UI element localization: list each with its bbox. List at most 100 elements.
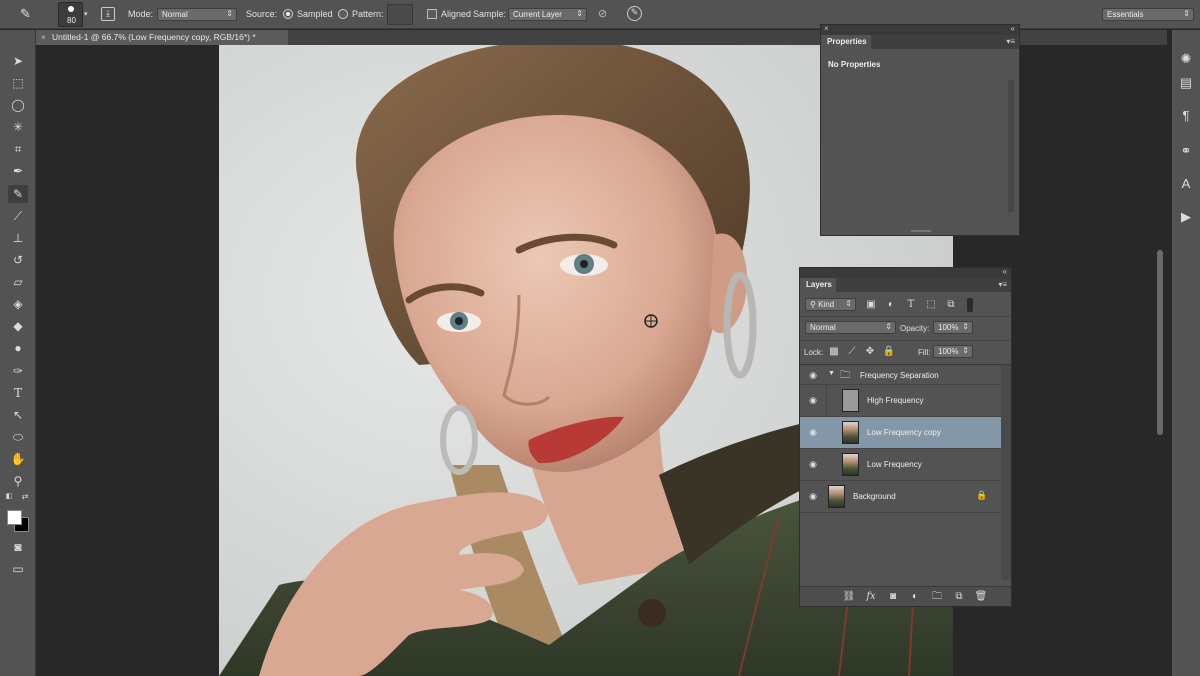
layers-scroll-track[interactable] bbox=[1001, 365, 1011, 580]
crop-tool-icon[interactable]: ⌗ bbox=[8, 140, 28, 158]
histogram-icon[interactable]: ▤ bbox=[1177, 74, 1195, 92]
layer-row-selected[interactable]: ◉ Low Frequency copy bbox=[800, 417, 1001, 449]
brush-picker-chevron-icon[interactable]: ▾ bbox=[84, 10, 88, 18]
lock-image-icon[interactable]: ⟋ bbox=[845, 345, 859, 359]
filter-toggle[interactable] bbox=[967, 298, 973, 312]
healing-brush-preset-icon[interactable]: ✎ bbox=[20, 6, 38, 24]
new-group-icon[interactable]: 🗀 bbox=[930, 590, 944, 604]
lock-all-icon[interactable]: 🔒 bbox=[882, 345, 896, 359]
filter-shape-icon[interactable]: ⬚ bbox=[924, 298, 938, 312]
properties-scroll-track[interactable] bbox=[1008, 80, 1014, 212]
foreground-color-swatch[interactable] bbox=[7, 510, 22, 525]
layer-row[interactable]: ◉ High Frequency bbox=[800, 385, 1001, 417]
eraser-tool-icon[interactable]: ▱ bbox=[8, 273, 28, 291]
pattern-swatch[interactable] bbox=[387, 4, 413, 25]
type-tool-icon[interactable]: T bbox=[8, 384, 28, 402]
toggle-clone-source-icon[interactable]: ⤓ bbox=[101, 7, 115, 21]
screen-mode-icon[interactable]: ▭ bbox=[8, 560, 28, 578]
expand-group-icon[interactable]: ▼ bbox=[828, 370, 835, 377]
options-bar: ✎ 80 ▾ ⤓ Mode: Normal Source: Sampled Pa… bbox=[0, 0, 1200, 29]
fill-input[interactable]: 100% bbox=[933, 345, 973, 358]
magic-wand-tool-icon[interactable]: ✳ bbox=[8, 118, 28, 136]
add-mask-icon[interactable]: ◙ bbox=[886, 590, 900, 604]
marquee-tool-icon[interactable]: ⬚ bbox=[8, 74, 28, 92]
aligned-checkbox[interactable] bbox=[427, 9, 437, 19]
visibility-eye-icon[interactable]: ◉ bbox=[807, 370, 819, 380]
new-layer-icon[interactable]: ⧉ bbox=[952, 590, 966, 604]
layers-header: « bbox=[800, 267, 1011, 278]
ignore-adjustment-layers-icon[interactable]: ⊘ bbox=[598, 7, 607, 20]
panel-menu-icon[interactable]: ▾≡ bbox=[1006, 37, 1015, 46]
pattern-radio[interactable] bbox=[338, 9, 348, 19]
panel-dock: ✺ ▤ ¶ ⚭ A ▶ bbox=[1157, 30, 1200, 676]
properties-tab[interactable]: Properties bbox=[821, 35, 871, 49]
sample-select[interactable]: Current Layer bbox=[508, 8, 587, 21]
visibility-eye-icon[interactable]: ◉ bbox=[807, 459, 819, 469]
sampled-label: Sampled bbox=[297, 9, 333, 19]
zoom-tool-icon[interactable]: ⚲ bbox=[8, 472, 28, 490]
layer-row[interactable]: ◉ Background 🔒 bbox=[800, 481, 1001, 513]
ellipse-tool-icon[interactable]: ⬭ bbox=[8, 428, 28, 446]
document-tab[interactable]: × Untitled-1 @ 66.7% (Low Frequency copy… bbox=[36, 30, 288, 45]
healing-brush-tool-icon[interactable]: ✎ bbox=[8, 185, 28, 203]
paragraph-icon[interactable]: ¶ bbox=[1177, 107, 1195, 125]
link-layers-icon[interactable]: ⛓ bbox=[842, 590, 856, 604]
layers-tab-strip: Layers ▾≡ bbox=[800, 278, 1011, 292]
close-panel-icon[interactable]: × bbox=[824, 24, 829, 33]
layers-panel: « Layers ▾≡ ⚲ Kind ▣ ◐ T ⬚ ⧉ Normal Opac… bbox=[799, 267, 1012, 607]
close-tab-icon[interactable]: × bbox=[41, 33, 46, 42]
path-selection-tool-icon[interactable]: ↖ bbox=[8, 406, 28, 424]
mode-select[interactable]: Normal bbox=[157, 8, 237, 21]
visibility-eye-icon[interactable]: ◉ bbox=[807, 395, 819, 405]
lasso-tool-icon[interactable]: ◯ bbox=[8, 96, 28, 114]
mode-label: Mode: bbox=[128, 9, 154, 19]
workspace-select[interactable]: Essentials bbox=[1102, 8, 1194, 21]
history-brush-tool-icon[interactable]: ↺ bbox=[8, 251, 28, 269]
layer-style-fx-icon[interactable]: fx bbox=[864, 590, 878, 604]
filter-adjustment-icon[interactable]: ◐ bbox=[884, 298, 898, 312]
quick-mask-icon[interactable]: ◙ bbox=[8, 538, 28, 556]
layer-group-row[interactable]: ◉ ▼ 🗀 Frequency Separation bbox=[800, 365, 1001, 385]
lock-position-icon[interactable]: ✥ bbox=[863, 345, 877, 359]
channels-icon[interactable]: ⚭ bbox=[1177, 142, 1195, 160]
delete-layer-icon[interactable]: 🗑 bbox=[974, 590, 988, 604]
new-adjustment-layer-icon[interactable]: ◐ bbox=[908, 590, 922, 604]
visibility-eye-icon[interactable]: ◉ bbox=[807, 427, 819, 437]
visibility-eye-icon[interactable]: ◉ bbox=[807, 491, 819, 501]
dodge-tool-icon[interactable]: ● bbox=[8, 339, 28, 357]
properties-resize-handle[interactable] bbox=[911, 230, 931, 232]
layers-footer: ⛓ fx ◙ ◐ 🗀 ⧉ 🗑 bbox=[800, 586, 1011, 606]
blur-tool-icon[interactable]: ◆ bbox=[8, 317, 28, 335]
sampled-radio[interactable] bbox=[283, 9, 293, 19]
brush-size-picker[interactable]: 80 bbox=[58, 2, 83, 27]
collapse-layers-icon[interactable]: « bbox=[1003, 267, 1007, 276]
blend-mode-select[interactable]: Normal bbox=[805, 321, 896, 334]
pattern-label: Pattern: bbox=[352, 9, 384, 19]
opacity-input[interactable]: 100% bbox=[933, 321, 973, 334]
pressure-size-icon[interactable]: ✎ bbox=[627, 6, 642, 21]
character-icon[interactable]: A bbox=[1177, 175, 1195, 193]
filter-smart-object-icon[interactable]: ⧉ bbox=[944, 298, 958, 312]
actions-play-icon[interactable]: ▶ bbox=[1177, 208, 1195, 226]
adjustments-icon[interactable]: ✺ bbox=[1177, 50, 1195, 68]
layer-row[interactable]: ◉ Low Frequency bbox=[800, 449, 1001, 481]
filter-type-icon[interactable]: T bbox=[904, 298, 918, 312]
hand-tool-icon[interactable]: ✋ bbox=[8, 450, 28, 468]
lock-transparent-icon[interactable]: ▩ bbox=[827, 345, 841, 359]
paint-bucket-tool-icon[interactable]: ◈ bbox=[8, 295, 28, 313]
eyedropper-tool-icon[interactable]: ✒ bbox=[8, 162, 28, 180]
folder-icon: 🗀 bbox=[840, 370, 850, 381]
layers-tab[interactable]: Layers bbox=[800, 278, 836, 292]
default-colors-icon[interactable]: ◧ bbox=[4, 492, 14, 502]
brush-tool-icon[interactable]: ⟋ bbox=[8, 207, 28, 225]
pen-tool-icon[interactable]: ✑ bbox=[8, 362, 28, 380]
move-tool-icon[interactable]: ➤ bbox=[8, 52, 28, 70]
layer-filter-select[interactable]: ⚲ Kind bbox=[805, 298, 856, 311]
dock-scrollbar[interactable] bbox=[1157, 250, 1163, 435]
layers-menu-icon[interactable]: ▾≡ bbox=[998, 280, 1007, 289]
swap-colors-icon[interactable]: ⇄ bbox=[20, 492, 30, 502]
collapse-panel-icon[interactable]: « bbox=[1011, 24, 1015, 33]
filter-pixel-icon[interactable]: ▣ bbox=[864, 298, 878, 312]
brush-size-value: 80 bbox=[67, 16, 76, 25]
clone-stamp-tool-icon[interactable]: ⊥ bbox=[8, 229, 28, 247]
